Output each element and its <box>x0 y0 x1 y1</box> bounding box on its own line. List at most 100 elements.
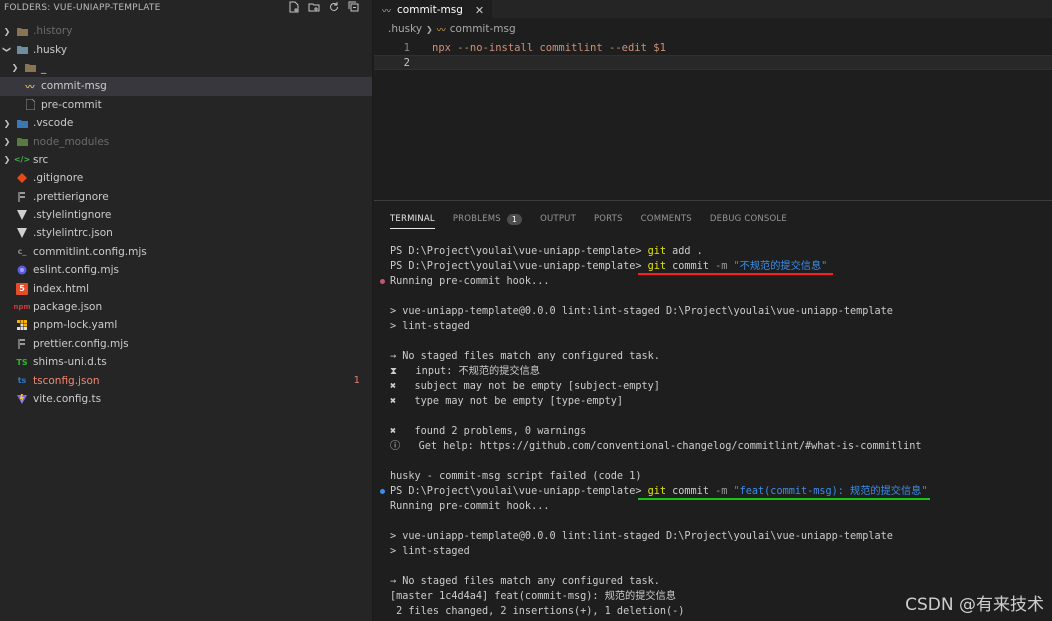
tree-item-underscore[interactable]: ❯ _ <box>0 59 372 77</box>
tree-item-node-modules[interactable]: ❯ node_modules <box>0 132 372 150</box>
tree-item-label: .stylelintrc.json <box>33 227 113 240</box>
tree-item-pnpm-lock[interactable]: pnpm-lock.yaml <box>0 316 372 334</box>
tree-item-package-json[interactable]: npm package.json <box>0 298 372 316</box>
tab-label: OUTPUT <box>540 214 576 224</box>
explorer-title: FOLDERS: VUE-UNIAPP-TEMPLATE <box>4 3 161 13</box>
output-text: ⓘ Get help: https://github.com/conventio… <box>390 441 922 452</box>
tree-item-eslint-config[interactable]: eslint.config.mjs <box>0 261 372 279</box>
close-icon[interactable]: ✕ <box>475 4 484 17</box>
output-text: [master 1c4d4a4] feat(commit-msg): 规范的提交… <box>390 591 676 602</box>
terminal-line: > lint-staged <box>390 544 1052 559</box>
chevron-right-icon: ❯ <box>3 26 11 36</box>
folder-vscode-icon <box>16 117 28 129</box>
prompt: PS D:\Project\youlai\vue-uniapp-template… <box>390 246 648 257</box>
commit-message: "feat(commit-msg): 规范的提交信息" <box>727 486 928 497</box>
chevron-right-icon: ❯ <box>3 155 11 165</box>
tab-commit-msg[interactable]: 〰 commit-msg ✕ <box>374 0 493 19</box>
panel-tabs: TERMINAL PROBLEMS 1 OUTPUT PORTS COMMENTS… <box>374 201 1052 237</box>
tree-item-stylelintrc[interactable]: .stylelintrc.json <box>0 224 372 242</box>
output-text: Running pre-commit hook... <box>390 276 550 287</box>
line-number: 1 <box>403 41 410 54</box>
output-text: ⧗ input: 不规范的提交信息 <box>390 366 540 377</box>
prompt: PS D:\Project\youlai\vue-uniapp-template… <box>390 261 648 272</box>
command-flag: -m <box>715 486 728 497</box>
output-text: > lint-staged <box>390 321 470 332</box>
tree-item-label: _ <box>41 61 47 74</box>
pnpm-icon <box>16 319 28 331</box>
prettier-icon <box>16 338 28 350</box>
output-text: ✖ subject may not be empty [subject-empt… <box>390 381 660 392</box>
tree-item-stylelintignore[interactable]: .stylelintignore <box>0 206 372 224</box>
tab-output[interactable]: OUTPUT <box>540 210 576 228</box>
watermark: CSDN @有来技术 <box>905 595 1044 615</box>
tree-item-src[interactable]: ❯ </> src <box>0 151 372 169</box>
editor-area: 〰 commit-msg ✕ .husky ❯ 〰 commit-msg 1 n… <box>374 0 1052 200</box>
tree-item-label: .vscode <box>33 117 74 130</box>
tab-problems[interactable]: PROBLEMS 1 <box>453 210 523 228</box>
terminal-output[interactable]: PS D:\Project\youlai\vue-uniapp-template… <box>380 244 1052 619</box>
git-hook-icon: 〰 <box>382 6 392 17</box>
tab-comments[interactable]: COMMENTS <box>641 210 692 228</box>
command-args: commit <box>666 261 716 272</box>
terminal-line: husky - commit-msg script failed (code 1… <box>390 469 1052 484</box>
terminal-line: PS D:\Project\youlai\vue-uniapp-template… <box>390 259 1052 275</box>
terminal-line: ⓘ Get help: https://github.com/conventio… <box>390 439 1052 454</box>
terminal-line: ✖ subject may not be empty [subject-empt… <box>390 379 1052 394</box>
folder-icon <box>16 25 28 37</box>
tree-item-husky[interactable]: ❯ .husky <box>0 40 372 58</box>
breadcrumb-item[interactable]: .husky <box>388 23 422 35</box>
tab-terminal[interactable]: TERMINAL <box>390 210 435 229</box>
tab-label: PORTS <box>593 214 623 224</box>
tree-item-commit-msg[interactable]: 〰 commit-msg <box>0 77 372 96</box>
tab-ports[interactable]: PORTS <box>594 210 623 228</box>
tree-item-history[interactable]: ❯ .history <box>0 22 372 40</box>
file-icon <box>24 99 36 111</box>
new-folder-icon[interactable] <box>308 1 320 13</box>
tree-item-commitlint-config[interactable]: c_ commitlint.config.mjs <box>0 243 372 261</box>
tree-item-label: package.json <box>33 301 103 314</box>
command: git <box>647 486 667 497</box>
tree-item-vite-config[interactable]: vite.config.ts <box>0 390 372 408</box>
terminal-line: Running pre-commit hook... <box>390 499 1052 514</box>
code-editor[interactable]: 1 npx --no-install commitlint --edit $1 … <box>374 40 1052 70</box>
tree-item-index-html[interactable]: 5 index.html <box>0 279 372 297</box>
tree-item-label: .prettierignore <box>33 190 109 203</box>
chevron-right-icon: ❯ <box>3 137 11 147</box>
command-args: add . <box>666 246 703 257</box>
prompt: PS D:\Project\youlai\vue-uniapp-template… <box>390 486 648 497</box>
collapse-all-icon[interactable] <box>348 1 360 13</box>
tree-item-tsconfig[interactable]: ts tsconfig.json 1 <box>0 371 372 389</box>
terminal-line: > vue-uniapp-template@0.0.0 lint:lint-st… <box>390 304 1052 319</box>
terminal-line: > lint-staged <box>390 319 1052 334</box>
breadcrumb-item[interactable]: commit-msg <box>450 23 516 35</box>
code-line: 1 npx --no-install commitlint --edit $1 <box>374 40 1052 55</box>
tree-item-pre-commit[interactable]: pre-commit <box>0 96 372 114</box>
tree-item-prettierignore[interactable]: .prettierignore <box>0 188 372 206</box>
tab-debug-console[interactable]: DEBUG CONSOLE <box>710 210 787 228</box>
tree-item-gitignore[interactable]: .gitignore <box>0 169 372 187</box>
tree-item-shims-uni[interactable]: TS shims-uni.d.ts <box>0 353 372 371</box>
output-text: 2 files changed, 2 insertions(+), 1 dele… <box>390 606 685 617</box>
tree-item-label: vite.config.ts <box>33 393 102 405</box>
tree-item-label: src <box>33 153 49 166</box>
folder-src-icon: </> <box>13 155 31 165</box>
tree-item-label: .stylelintignore <box>33 209 112 222</box>
folder-husky-icon <box>16 44 28 56</box>
tree-item-vscode[interactable]: ❯ .vscode <box>0 114 372 132</box>
output-text: > vue-uniapp-template@0.0.0 lint:lint-st… <box>390 306 893 317</box>
command-success-dot <box>380 489 385 494</box>
folder-node-icon <box>16 136 28 148</box>
prettier-icon <box>16 191 28 203</box>
new-file-icon[interactable] <box>288 1 300 13</box>
refresh-icon[interactable] <box>328 1 340 13</box>
tsconfig-icon: ts <box>17 376 27 386</box>
tab-label: commit-msg <box>397 4 463 16</box>
terminal-line: Running pre-commit hook... <box>380 274 1052 289</box>
tree-item-label: pnpm-lock.yaml <box>33 319 118 332</box>
terminal-line: → No staged files match any configured t… <box>390 574 1052 589</box>
tree-item-label: shims-uni.d.ts <box>33 356 107 369</box>
tree-item-prettier-config[interactable]: prettier.config.mjs <box>0 335 372 353</box>
explorer-actions <box>288 1 360 13</box>
tree-item-label: pre-commit <box>41 98 102 111</box>
